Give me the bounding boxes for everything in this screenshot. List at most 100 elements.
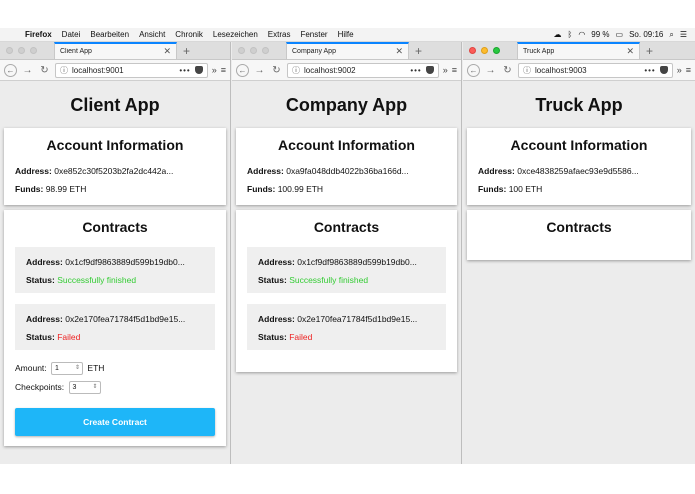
wifi-icon[interactable]: ◠ [578, 30, 585, 39]
url-text[interactable]: localhost:9002 [304, 66, 406, 75]
close-icon[interactable]: ✕ [395, 46, 403, 57]
more-dots-icon[interactable]: ••• [410, 66, 421, 75]
arrow-right-icon[interactable]: → [484, 64, 497, 77]
url-bar[interactable]: ⓘ localhost:9001 ••• [55, 62, 208, 78]
amount-stepper[interactable]: 1 ⇕ [51, 362, 84, 375]
close-icon[interactable]: ✕ [626, 46, 634, 57]
tab-title: Company App [292, 48, 336, 55]
info-icon[interactable]: ⓘ [523, 65, 531, 76]
checkpoints-value[interactable]: 3 [73, 384, 77, 391]
plus-icon[interactable]: + [183, 44, 190, 58]
hamburger-menu-icon[interactable]: ≡ [686, 65, 691, 75]
address-label: Address: [247, 166, 284, 176]
battery-percent[interactable]: 99 % [591, 30, 609, 39]
overflow-chevron-icon[interactable]: » [443, 65, 448, 75]
contract-status: Failed [57, 332, 81, 342]
minimize-window-button[interactable] [18, 46, 25, 54]
minimize-window-button[interactable] [481, 46, 488, 54]
more-dots-icon[interactable]: ••• [179, 66, 190, 75]
tab-company-app[interactable]: Company App ✕ [286, 42, 409, 59]
url-text[interactable]: localhost:9001 [72, 66, 175, 75]
status-label: Status: [258, 275, 287, 285]
window-controls [0, 42, 54, 59]
account-funds-row: Funds: 98.99 ETH [15, 184, 86, 194]
contracts-card: Contracts Address: 0x1cf9df9863889d599b1… [236, 210, 457, 372]
account-funds: 100 ETH [508, 184, 543, 194]
menu-datei[interactable]: Datei [57, 30, 86, 39]
bluetooth-icon[interactable]: ᛒ [568, 30, 573, 39]
menu-extras[interactable]: Extras [263, 30, 296, 39]
contract-address: 0x2e170fea71784f5d1bd9e15... [297, 314, 418, 324]
menu-fenster[interactable]: Fenster [295, 30, 332, 39]
pocket-icon[interactable] [194, 66, 203, 74]
menu-app-name[interactable]: Firefox [20, 30, 57, 39]
contracts-card: Contracts [467, 210, 691, 260]
account-information-card: Account Information Address: 0xa9fa048dd… [236, 128, 457, 205]
minimize-window-button[interactable] [250, 46, 257, 54]
notification-center-icon[interactable]: ☰ [680, 30, 687, 39]
arrow-right-icon[interactable]: → [253, 64, 266, 77]
stepper-arrows-icon[interactable]: ⇕ [75, 363, 80, 374]
arrow-left-icon[interactable]: ← [467, 63, 480, 77]
menu-hilfe[interactable]: Hilfe [333, 30, 359, 39]
menu-ansicht[interactable]: Ansicht [134, 30, 170, 39]
amount-value[interactable]: 1 [55, 365, 59, 372]
menu-lesezeichen[interactable]: Lesezeichen [208, 30, 263, 39]
contracts-heading: Contracts [546, 219, 612, 235]
url-text[interactable]: localhost:9003 [535, 66, 640, 75]
account-address-row: Address: 0xa9fa048ddb4022b36ba166d... [247, 166, 409, 176]
plus-icon[interactable]: + [646, 44, 653, 58]
tab-title: Client App [60, 48, 92, 55]
page-title: Company App [285, 95, 408, 115]
reload-icon[interactable]: ↻ [501, 64, 514, 77]
address-label: Address: [258, 257, 295, 267]
hamburger-menu-icon[interactable]: ≡ [221, 65, 226, 75]
url-bar[interactable]: ⓘ localhost:9002 ••• [287, 62, 439, 78]
menu-chronik[interactable]: Chronik [170, 30, 208, 39]
battery-icon[interactable]: ▭ [616, 30, 624, 39]
funds-label: Funds: [15, 184, 44, 194]
page-content: Client App Account Information Address: … [0, 82, 230, 464]
arrow-right-icon[interactable]: → [21, 64, 34, 77]
stepper-arrows-icon[interactable]: ⇕ [92, 382, 97, 393]
checkpoints-stepper[interactable]: 3 ⇕ [68, 381, 101, 394]
reload-icon[interactable]: ↻ [38, 64, 51, 77]
menu-bearbeiten[interactable]: Bearbeiten [85, 30, 134, 39]
contract-address: 0x1cf9df9863889d599b19db0... [65, 257, 185, 267]
dropbox-icon[interactable]: ☁ [554, 30, 562, 39]
hamburger-menu-icon[interactable]: ≡ [452, 65, 457, 75]
pocket-icon[interactable] [425, 66, 434, 74]
arrow-left-icon[interactable]: ← [236, 63, 249, 77]
account-address: 0xe852c30f5203b2fa2dc442a... [54, 166, 174, 176]
close-icon[interactable]: ✕ [163, 46, 171, 57]
pocket-icon[interactable] [659, 66, 668, 74]
plus-icon[interactable]: + [415, 44, 422, 58]
tab-client-app[interactable]: Client App ✕ [54, 42, 177, 59]
page-title: Client App [70, 95, 160, 115]
close-window-button[interactable] [6, 46, 13, 54]
close-window-button[interactable] [238, 46, 245, 54]
account-funds: 98.99 ETH [45, 184, 87, 194]
url-bar[interactable]: ⓘ localhost:9003 ••• [518, 62, 673, 78]
zoom-window-button[interactable] [493, 46, 500, 54]
zoom-window-button[interactable] [262, 46, 269, 54]
info-icon[interactable]: ⓘ [292, 65, 300, 76]
close-window-button[interactable] [469, 46, 476, 54]
browser-window-client: Client App ✕ + ← → ↻ ⓘ localhost:9001 ••… [0, 42, 231, 464]
contract-status: Successfully finished [289, 275, 369, 285]
info-icon[interactable]: ⓘ [60, 65, 68, 76]
contract-status: Successfully finished [57, 275, 137, 285]
arrow-left-icon[interactable]: ← [4, 63, 17, 77]
address-label: Address: [258, 314, 295, 324]
reload-icon[interactable]: ↻ [270, 64, 283, 77]
more-dots-icon[interactable]: ••• [644, 66, 655, 75]
overflow-chevron-icon[interactable]: » [212, 65, 217, 75]
overflow-chevron-icon[interactable]: » [677, 65, 682, 75]
tab-truck-app[interactable]: Truck App ✕ [517, 42, 640, 59]
clock[interactable]: So. 09:16 [629, 30, 663, 39]
spotlight-search-icon[interactable]: ⌕ [669, 30, 673, 40]
zoom-window-button[interactable] [30, 46, 37, 54]
amount-label: Amount: [15, 362, 47, 373]
contracts-heading: Contracts [313, 219, 380, 235]
create-contract-button[interactable]: Create Contract [15, 408, 215, 436]
